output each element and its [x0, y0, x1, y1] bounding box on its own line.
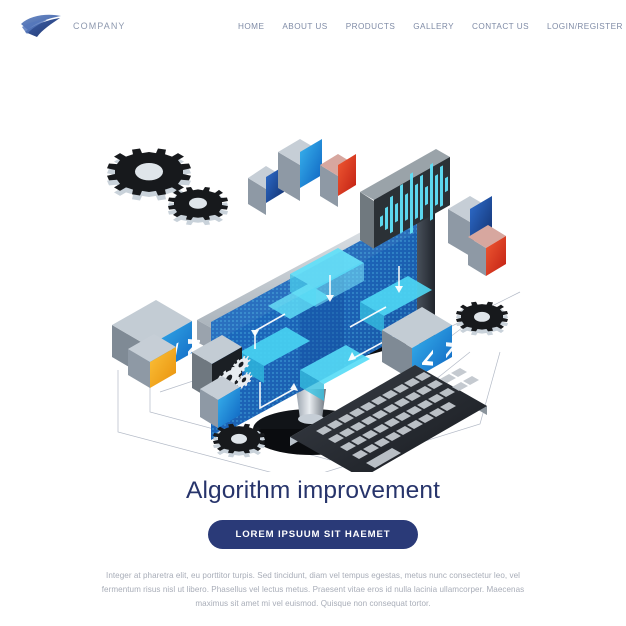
site-header: COMPANY HOME ABOUT US PRODUCTS GALLERY C…: [0, 0, 626, 52]
brand-name: COMPANY: [73, 21, 126, 31]
gear-icon: [456, 301, 508, 336]
isometric-computer-scene: [107, 139, 521, 472]
gear-icon: [213, 423, 265, 458]
main-navigation: HOME ABOUT US PRODUCTS GALLERY CONTACT U…: [238, 0, 623, 52]
brand-logo[interactable]: COMPANY: [20, 13, 126, 39]
cta-button[interactable]: LOREM IPSUUM SIT HAEMET: [207, 519, 419, 549]
nav-products[interactable]: PRODUCTS: [346, 22, 396, 31]
nav-login-register[interactable]: LOGIN/REGISTER: [547, 22, 623, 31]
floating-card-blue: [278, 139, 322, 201]
nav-about-us[interactable]: ABOUT US: [282, 22, 327, 31]
page-title: Algorithm improvement: [186, 477, 440, 504]
hero-content: Algorithm improvement LOREM IPSUUM SIT H…: [0, 477, 626, 611]
wing-bird-logo-icon: [20, 13, 64, 39]
nav-home[interactable]: HOME: [238, 22, 264, 31]
cta-wrapper: LOREM IPSUUM SIT HAEMET: [0, 519, 626, 549]
floating-card-red: [320, 154, 356, 207]
hero-illustration: [0, 52, 626, 472]
nav-gallery[interactable]: GALLERY: [413, 22, 454, 31]
gear-icon: [168, 187, 228, 226]
body-paragraph: Integer at pharetra elit, eu porttitor t…: [101, 570, 525, 608]
nav-contact-us[interactable]: CONTACT US: [472, 22, 529, 31]
